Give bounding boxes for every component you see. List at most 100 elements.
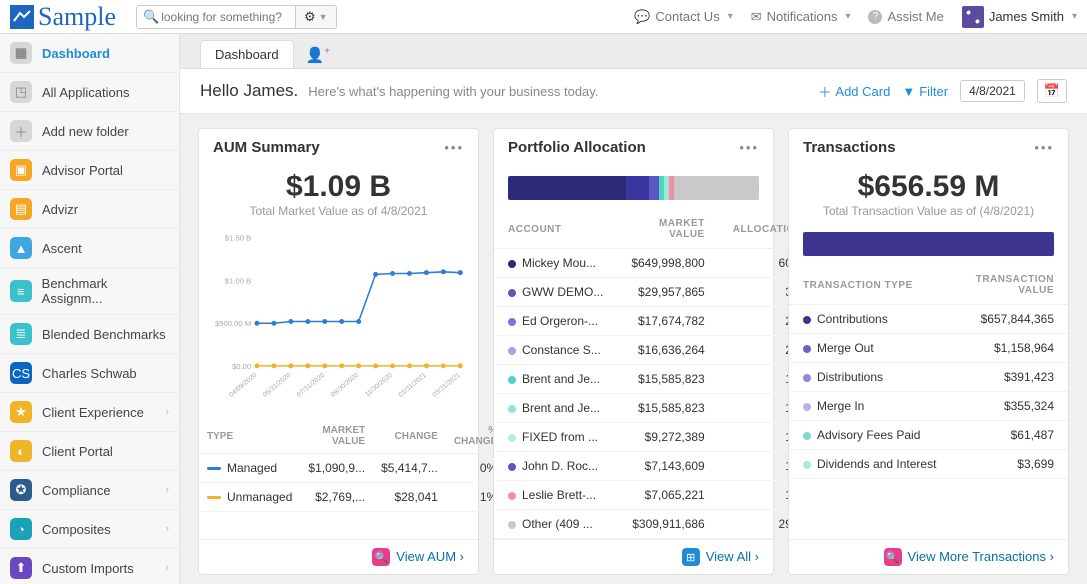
table-row[interactable]: Other (409 ...$309,911,68629% xyxy=(494,510,817,539)
table-row[interactable]: Constance S...$16,636,2642% xyxy=(494,336,817,365)
sidebar-item-charles-schwab[interactable]: CS Charles Schwab xyxy=(0,354,179,393)
grid-icon: ⊞ xyxy=(682,548,700,566)
aum-chart: $1.50 B$1.00 B$500.00 M$0.0004/09/202005… xyxy=(199,226,478,419)
sidebar-item-label: Benchmark Assignm... xyxy=(42,276,169,306)
portfolio-menu-button[interactable]: ••• xyxy=(739,140,759,155)
txn-sub: Total Transaction Value as of (4/8/2021) xyxy=(789,204,1068,218)
greeting-text: Hello James. xyxy=(200,81,298,101)
card-transactions: Transactions ••• $656.59 M Total Transac… xyxy=(788,128,1069,575)
table-row[interactable]: Merge Out$1,158,964 xyxy=(789,334,1068,363)
tab-dashboard[interactable]: Dashboard xyxy=(200,40,294,68)
chevron-right-icon: › xyxy=(165,484,169,496)
search-settings-button[interactable]: ⚙ ▼ xyxy=(296,5,337,29)
table-row[interactable]: Unmanaged$2,769,...$28,0411% xyxy=(199,483,505,512)
aum-col-type: TYPE xyxy=(199,419,300,454)
sidebar-item-ascent[interactable]: ▲Ascent xyxy=(0,229,179,268)
upload-icon: ⬆ xyxy=(10,557,32,579)
view-aum-link[interactable]: 🔍View AUM › xyxy=(372,549,464,564)
tab-dashboard-label: Dashboard xyxy=(215,47,279,62)
svg-text:11/30/2020: 11/30/2020 xyxy=(364,372,394,399)
allocation-segment xyxy=(674,176,759,200)
txn-value: $656.59 M xyxy=(789,170,1068,204)
filter-label: Filter xyxy=(919,84,948,99)
search-box[interactable]: 🔍 xyxy=(136,5,296,29)
aum-menu-button[interactable]: ••• xyxy=(444,140,464,155)
allocation-segment xyxy=(626,176,649,200)
assist-me-label: Assist Me xyxy=(887,9,943,24)
view-all-link[interactable]: ⊞ View All › xyxy=(682,549,759,564)
chevron-right-icon: › xyxy=(1050,549,1054,564)
table-row[interactable]: Brent and Je...$15,585,8231% xyxy=(494,394,817,423)
assist-me-link[interactable]: ? Assist Me xyxy=(868,9,943,24)
window-icon: ▣ xyxy=(10,159,32,181)
table-row[interactable]: GWW DEMO...$29,957,8653% xyxy=(494,278,817,307)
add-tab-button[interactable]: 👤+ xyxy=(300,42,337,68)
plus-icon: ＋ xyxy=(818,82,831,101)
table-row[interactable]: Mickey Mou...$649,998,80060% xyxy=(494,249,817,278)
search-input[interactable] xyxy=(159,9,289,25)
view-all-label: View All xyxy=(706,549,751,564)
aum-table: TYPE MARKET VALUE CHANGE % CHANGE Manage… xyxy=(199,419,505,512)
chevron-right-icon: › xyxy=(165,562,169,574)
table-row[interactable]: Brent and Je...$15,585,8231% xyxy=(494,365,817,394)
table-row[interactable]: Managed$1,090,9...$5,414,7...0% xyxy=(199,454,505,483)
table-row[interactable]: Ed Orgeron-...$17,674,7822% xyxy=(494,307,817,336)
sidebar-item-label: Client Portal xyxy=(42,444,113,459)
filter-icon: ▼ xyxy=(902,84,915,99)
grid-icon: ▦ xyxy=(10,42,32,64)
sidebar-item-label: Blended Benchmarks xyxy=(42,327,166,342)
svg-text:$1.00 B: $1.00 B xyxy=(225,276,251,285)
sidebar-item-label: Add new folder xyxy=(42,124,129,139)
sidebar-item-label: Ascent xyxy=(42,241,82,256)
filter-button[interactable]: ▼ Filter xyxy=(902,84,948,99)
sidebar-item-label: All Applications xyxy=(42,85,129,100)
sidebar: ▦Dashboard ◳ All Applications ＋Add new fold… xyxy=(0,34,180,584)
sidebar-item-add-new-folder[interactable]: ＋Add new folder xyxy=(0,112,179,151)
view-aum-label: View AUM xyxy=(396,549,456,564)
contact-us-label: Contact Us xyxy=(655,9,719,24)
table-row[interactable]: Advisory Fees Paid$61,487 xyxy=(789,421,1068,450)
add-card-button[interactable]: ＋Add Card xyxy=(818,82,890,101)
magnify-icon: 🔍 xyxy=(372,548,390,566)
sidebar-item-all-applications[interactable]: ◳ All Applications xyxy=(0,73,179,112)
sidebar-item-label: Client Experience xyxy=(42,405,144,420)
notifications-link[interactable]: ✉ Notifications xyxy=(751,9,851,25)
table-row[interactable]: John D. Roc...$7,143,6091% xyxy=(494,452,817,481)
view-more-txn-link[interactable]: 🔍View More Transactions › xyxy=(884,549,1054,564)
chat-icon: 💬 xyxy=(634,9,650,25)
sidebar-item-advizr[interactable]: ▤Advizr xyxy=(0,190,179,229)
sidebar-item-custom-imports[interactable]: ⬆ Custom Imports › xyxy=(0,549,179,584)
calendar-icon: 📅 xyxy=(1044,83,1060,98)
contact-us-link[interactable]: 💬 Contact Us xyxy=(634,9,733,25)
sidebar-item-label: Custom Imports xyxy=(42,561,134,576)
date-input[interactable]: 4/8/2021 xyxy=(960,80,1025,102)
sidebar-item-blended-benchmarks[interactable]: ≣Blended Benchmarks xyxy=(0,315,179,354)
sidebar-item-composites[interactable]: ◔Composites› xyxy=(0,510,179,549)
sidebar-item-label: Charles Schwab xyxy=(42,366,137,381)
aum-value: $1.09 B xyxy=(199,170,478,204)
sidebar-item-advisor-portal[interactable]: ▣Advisor Portal xyxy=(0,151,179,190)
chevron-right-icon: › xyxy=(755,549,759,564)
table-row[interactable]: FIXED from ...$9,272,3891% xyxy=(494,423,817,452)
table-row[interactable]: Distributions$391,423 xyxy=(789,363,1068,392)
add-person-icon: 👤+ xyxy=(306,47,331,64)
table-row[interactable]: Merge In$355,324 xyxy=(789,392,1068,421)
calendar-button[interactable]: 📅 xyxy=(1037,79,1067,103)
cube-icon: ◳ xyxy=(10,81,32,103)
sidebar-item-client-portal[interactable]: ◐Client Portal xyxy=(0,432,179,471)
txn-menu-button[interactable]: ••• xyxy=(1034,140,1054,155)
chevron-right-icon: › xyxy=(165,406,169,418)
aum-col-mv: MARKET VALUE xyxy=(300,419,373,454)
table-row[interactable]: Contributions$657,844,365 xyxy=(789,305,1068,334)
cs-icon: CS xyxy=(10,362,32,384)
brand-logo[interactable]: Sample xyxy=(10,2,116,32)
svg-text:05/31/2020: 05/31/2020 xyxy=(262,372,292,399)
search-icon: 🔍 xyxy=(143,9,159,25)
table-row[interactable]: Leslie Brett-...$7,065,2211% xyxy=(494,481,817,510)
user-menu[interactable]: James Smith xyxy=(962,6,1077,28)
sidebar-item-dashboard[interactable]: ▦Dashboard xyxy=(0,34,179,73)
sidebar-item-benchmark-assignm[interactable]: ≡Benchmark Assignm... xyxy=(0,268,179,315)
table-row[interactable]: Dividends and Interest$3,699 xyxy=(789,450,1068,479)
sidebar-item-client-experience[interactable]: ★Client Experience› xyxy=(0,393,179,432)
sidebar-item-compliance[interactable]: ✪Compliance› xyxy=(0,471,179,510)
